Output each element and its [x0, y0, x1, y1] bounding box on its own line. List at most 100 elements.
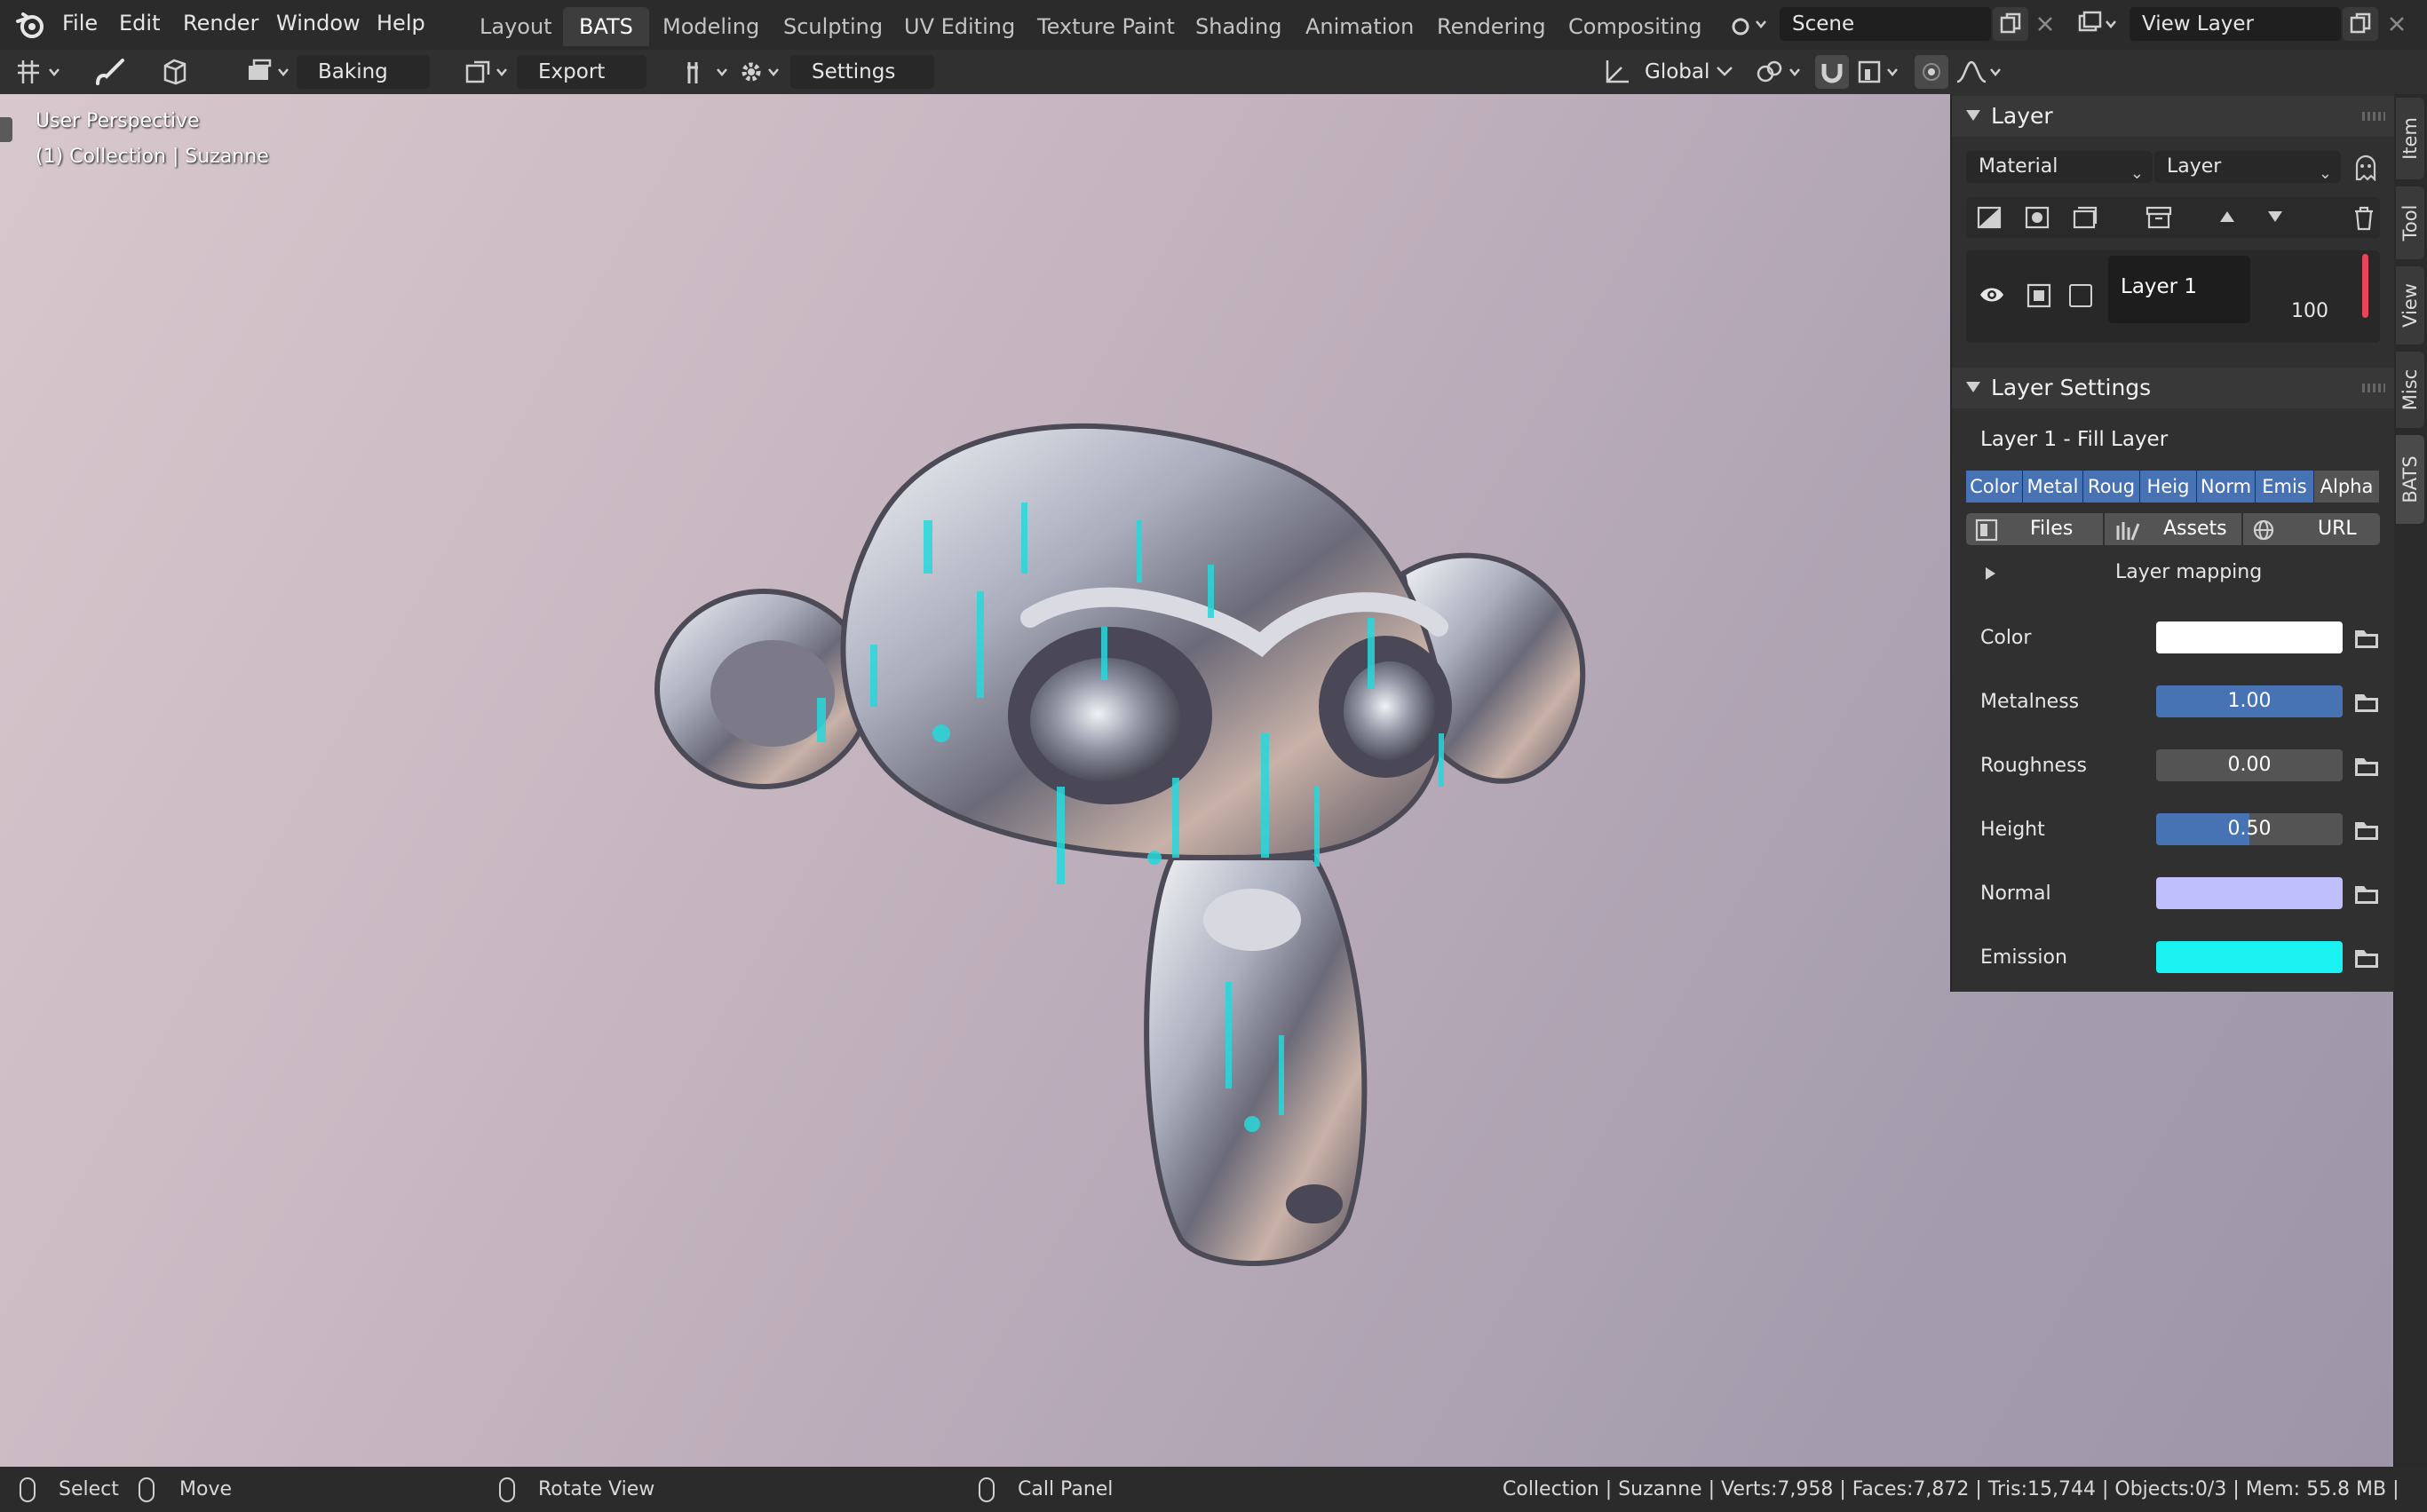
sidebar-tab-view[interactable]: View: [2396, 266, 2424, 344]
viewport-collection-label: (1) Collection | Suzanne: [36, 146, 269, 168]
tools-menu-icon[interactable]: [684, 59, 734, 85]
menu-help[interactable]: Help: [377, 0, 425, 50]
drag-grip-icon[interactable]: [2362, 112, 2385, 121]
workspace-tab-compositing[interactable]: Compositing: [1552, 7, 1717, 46]
move-up-icon[interactable]: [2218, 210, 2236, 224]
tool-header: Baking Export Settings Global: [0, 50, 2427, 94]
new-scene-button[interactable]: [1993, 7, 2028, 41]
new-view-layer-button[interactable]: [2343, 7, 2378, 41]
folder-icon[interactable]: [2353, 946, 2380, 970]
archive-icon[interactable]: [2145, 206, 2172, 229]
folder-icon[interactable]: [2353, 627, 2380, 650]
normal-color-swatch[interactable]: [2156, 877, 2343, 909]
scene-selector-icon[interactable]: [1730, 11, 1767, 37]
ghost-icon[interactable]: [2353, 154, 2378, 181]
folder-icon[interactable]: [2353, 883, 2380, 906]
assets-label: Assets: [2163, 518, 2227, 540]
files-button[interactable]: Files: [1966, 513, 2103, 545]
export-menu-icon[interactable]: [464, 59, 513, 85]
layer-panel-header[interactable]: Layer: [1952, 96, 2396, 137]
sidebar-tab-misc[interactable]: Misc: [2396, 352, 2424, 428]
assets-button[interactable]: Assets: [2105, 513, 2241, 545]
layer-list-item[interactable]: Layer 1 100: [1966, 250, 2380, 343]
channel-tab-metal[interactable]: Metal: [2023, 471, 2083, 503]
metalness-slider[interactable]: 1.00: [2156, 685, 2343, 717]
channel-tab-normal[interactable]: Norm: [2197, 471, 2256, 503]
toolbar-expand-handle[interactable]: [0, 117, 12, 142]
layer-color-marker: [2362, 254, 2368, 318]
layer-name-field[interactable]: Layer 1: [2108, 256, 2250, 323]
cube-icon[interactable]: [160, 57, 190, 87]
channel-tab-color[interactable]: Color: [1966, 471, 2023, 503]
editor-type-icon[interactable]: [14, 59, 67, 85]
folder-icon[interactable]: [2353, 819, 2380, 842]
mouse-middle-icon: [499, 1477, 515, 1502]
layer-preview-icon[interactable]: [2026, 283, 2051, 308]
layer-settings-subtitle: Layer 1 - Fill Layer: [1980, 428, 2169, 451]
falloff-curve-icon[interactable]: [1955, 59, 2005, 85]
layer-opacity-value[interactable]: 100: [2291, 300, 2328, 322]
baking-menu-icon[interactable]: [245, 59, 295, 85]
snap-toggle[interactable]: [1815, 55, 1849, 89]
roughness-slider[interactable]: 0.00: [2156, 749, 2343, 781]
channel-tab-roughness[interactable]: Roug: [2083, 471, 2140, 503]
add-layer-group-icon[interactable]: [2073, 206, 2098, 229]
workspace-tab-rendering[interactable]: Rendering: [1421, 7, 1562, 46]
layer-checkbox[interactable]: [2069, 284, 2092, 307]
emission-color-swatch[interactable]: [2156, 941, 2343, 973]
proportional-editing-toggle[interactable]: [1915, 55, 1948, 89]
channel-tab-height[interactable]: Heig: [2140, 471, 2197, 503]
suzanne-monkey-model[interactable]: [639, 360, 1634, 1266]
sidebar-tab-misc-label: Misc: [2399, 368, 2421, 411]
sidebar-tab-item[interactable]: Item: [2396, 98, 2424, 179]
layer-settings-panel-header[interactable]: Layer Settings: [1952, 368, 2396, 408]
sidebar-tab-bats[interactable]: BATS: [2396, 435, 2424, 524]
collapse-triangle-icon: [1966, 110, 1980, 121]
menu-window[interactable]: Window: [276, 0, 361, 50]
workspace-tab-texture-paint[interactable]: Texture Paint: [1021, 7, 1191, 46]
view-layer-name-field[interactable]: View Layer: [2130, 7, 2341, 41]
folder-icon[interactable]: [2353, 755, 2380, 778]
menu-file[interactable]: File: [62, 0, 98, 50]
layer-dropdown[interactable]: Layer ⌄: [2154, 151, 2341, 183]
baking-button[interactable]: Baking: [297, 55, 430, 89]
workspace-tab-uv-editing[interactable]: UV Editing: [888, 7, 1031, 46]
add-paint-layer-icon[interactable]: [1977, 206, 2002, 229]
trash-icon[interactable]: [2353, 206, 2375, 231]
add-fill-layer-icon[interactable]: [2025, 206, 2050, 229]
menu-edit[interactable]: Edit: [119, 0, 160, 50]
workspace-tab-animation[interactable]: Animation: [1289, 7, 1430, 46]
view-layer-selector-icon[interactable]: [2078, 11, 2117, 37]
metalness-property-label: Metalness: [1980, 691, 2080, 713]
close-icon[interactable]: [2387, 14, 2407, 34]
blender-logo-icon[interactable]: [14, 9, 46, 41]
material-dropdown[interactable]: Material ⌄: [1966, 151, 2153, 183]
settings-button[interactable]: Settings: [790, 55, 934, 89]
copy-icon: [2350, 12, 2371, 34]
workspace-tab-sculpting[interactable]: Sculpting: [767, 7, 899, 46]
move-down-icon[interactable]: [2266, 210, 2284, 224]
layer-mapping-toggle[interactable]: Layer mapping: [1966, 556, 2380, 591]
folder-icon[interactable]: [2353, 691, 2380, 714]
pivot-point-icon[interactable]: [1755, 59, 1806, 85]
export-button[interactable]: Export: [517, 55, 646, 89]
sidebar-tab-tool[interactable]: Tool: [2396, 186, 2424, 259]
scene-name-field[interactable]: Scene: [1780, 7, 1991, 41]
channel-tab-alpha[interactable]: Alpha: [2314, 471, 2380, 503]
height-slider[interactable]: 0.50: [2156, 813, 2343, 845]
gear-icon[interactable]: [737, 59, 787, 85]
mouse-drag-icon: [139, 1477, 155, 1502]
workspace-tab-modeling[interactable]: Modeling: [646, 7, 775, 46]
channel-tab-emission[interactable]: Emis: [2256, 471, 2314, 503]
workspace-tab-shading[interactable]: Shading: [1179, 7, 1298, 46]
workspace-tab-bats[interactable]: BATS: [563, 7, 649, 46]
drag-grip-icon[interactable]: [2362, 384, 2385, 392]
eye-icon[interactable]: [1979, 284, 2005, 305]
color-swatch[interactable]: [2156, 621, 2343, 653]
menu-render[interactable]: Render: [183, 0, 258, 50]
workspace-tab-layout[interactable]: Layout: [464, 7, 568, 46]
brush-icon[interactable]: [92, 57, 128, 87]
url-button[interactable]: URL: [2243, 513, 2380, 545]
close-icon[interactable]: [2035, 14, 2055, 34]
snap-target-icon[interactable]: [1856, 59, 1906, 85]
